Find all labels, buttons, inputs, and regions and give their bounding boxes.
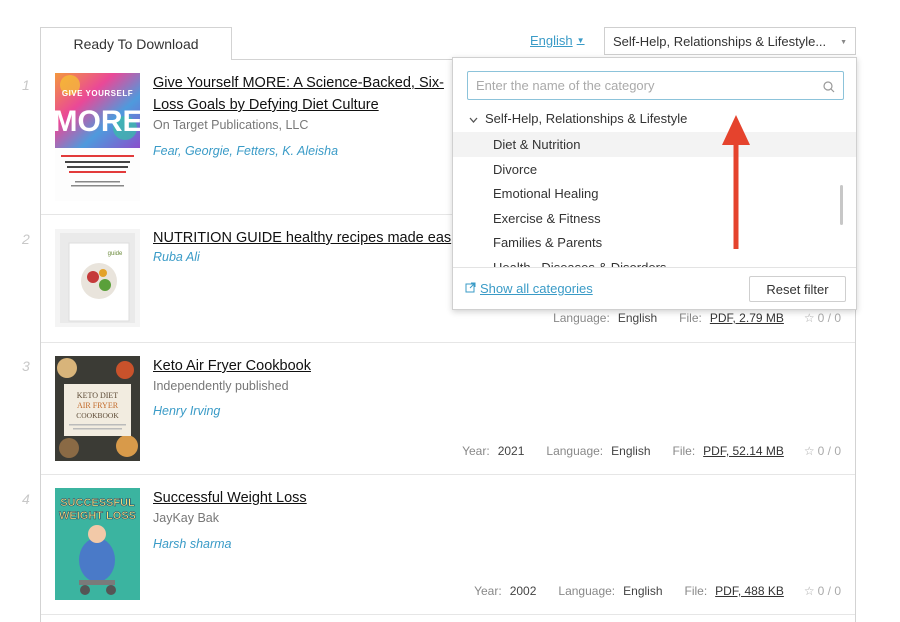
chevron-down-icon: ▼ xyxy=(576,36,585,45)
language-label: Language: xyxy=(553,311,610,325)
chevron-down-icon xyxy=(469,111,478,126)
cover-line3: COOKBOOK xyxy=(76,411,119,420)
book-publisher: JayKay Bak xyxy=(153,511,220,525)
category-item[interactable]: Exercise & Fitness xyxy=(453,206,856,231)
category-parent-label: Self-Help, Relationships & Lifestyle xyxy=(485,111,688,126)
cover-line1: SUCCESSFUL xyxy=(60,497,135,509)
book-cover[interactable]: guide xyxy=(55,229,140,327)
show-all-categories-label: Show all categories xyxy=(480,281,593,296)
cover-line2: WEIGHT LOSS xyxy=(59,510,136,522)
book-title[interactable]: Give Yourself MORE: A Science-Backed, Si… xyxy=(153,73,444,94)
year-value: 2021 xyxy=(497,444,525,458)
category-search[interactable] xyxy=(467,71,844,100)
cover-art-weight-loss: SUCCESSFUL WEIGHT LOSS xyxy=(55,488,140,600)
row-number: 2 xyxy=(22,231,30,247)
reset-filter-button[interactable]: Reset filter xyxy=(749,276,846,302)
category-select-value: Self-Help, Relationships & Lifestyle... xyxy=(613,33,827,49)
book-authors[interactable]: Harsh sharma xyxy=(153,537,232,551)
file-link[interactable]: PDF, 52.14 MB xyxy=(703,444,784,458)
language-filter-label: English xyxy=(530,33,573,48)
book-row: KETO DIET AIR FRYER COOKBOOK Keto Air Fr… xyxy=(41,343,855,475)
file-label: File: xyxy=(679,311,702,325)
rating-value: 0 / 0 xyxy=(817,444,841,458)
book-authors[interactable]: Fear, Georgie, Fetters, K. Aleisha xyxy=(153,144,338,158)
file-link[interactable]: PDF, 2.79 MB xyxy=(710,311,784,325)
book-meta: Year: 2002 Language: English File: PDF, … xyxy=(474,584,841,598)
year-label: Year: xyxy=(474,584,502,598)
category-item[interactable]: Families & Parents xyxy=(453,230,856,255)
book-title[interactable]: Successful Weight Loss xyxy=(153,488,307,509)
file-link[interactable]: PDF, 488 KB xyxy=(715,584,784,598)
row-number: 4 xyxy=(22,491,30,507)
book-title[interactable]: Keto Air Fryer Cookbook xyxy=(153,356,311,377)
star-icon: ☆ xyxy=(803,311,815,325)
show-all-categories-link[interactable]: Show all categories xyxy=(465,281,593,296)
rating-value: 0 / 0 xyxy=(817,311,841,325)
rating-value: 0 / 0 xyxy=(817,584,841,598)
book-title-line2[interactable]: Loss Goals by Defying Diet Culture xyxy=(153,95,379,116)
book-publisher: On Target Publications, LLC xyxy=(153,118,309,132)
language-label: Language: xyxy=(558,584,616,598)
external-link-icon xyxy=(465,281,476,296)
dropdown-scrollbar[interactable] xyxy=(840,185,843,225)
book-cover[interactable]: KETO DIET AIR FRYER COOKBOOK xyxy=(55,356,140,461)
tab-label: Ready To Download xyxy=(73,36,199,52)
annotation-arrow xyxy=(722,115,750,249)
rating[interactable]: ☆ 0 / 0 xyxy=(804,584,841,598)
cover-art-more: GIVE YOURSELF MORE xyxy=(53,73,143,201)
book-publisher: Independently published xyxy=(153,379,289,393)
cover-art-nutrition: guide xyxy=(55,229,140,327)
category-select[interactable]: Self-Help, Relationships & Lifestyle... … xyxy=(604,27,856,55)
cover-line2: AIR FRYER xyxy=(77,401,119,410)
language-label: Language: xyxy=(546,444,604,458)
star-icon: ☆ xyxy=(803,444,815,458)
book-title[interactable]: NUTRITION GUIDE healthy recipes made eas xyxy=(153,228,451,249)
row-number: 1 xyxy=(22,77,30,93)
category-item[interactable]: Emotional Healing xyxy=(453,181,856,206)
book-authors[interactable]: Henry Irving xyxy=(153,404,220,418)
book-meta: Year: 2021 Language: English File: PDF, … xyxy=(462,444,841,458)
category-item[interactable]: Diet & Nutrition xyxy=(453,132,856,157)
year-label: Year: xyxy=(462,444,490,458)
dropdown-footer: Show all categories Reset filter xyxy=(453,267,856,310)
language-filter[interactable]: English ▼ xyxy=(530,33,585,48)
svg-text:GIVE YOURSELF: GIVE YOURSELF xyxy=(62,89,133,98)
file-label: File: xyxy=(672,444,696,458)
year-value: 2002 xyxy=(509,584,537,598)
row-number: 3 xyxy=(22,358,30,374)
cover-line1: KETO DIET xyxy=(77,391,119,400)
language-value: English xyxy=(623,584,663,598)
search-icon xyxy=(823,80,835,98)
rating[interactable]: ☆ 0 / 0 xyxy=(804,311,841,325)
cover-art-keto: KETO DIET AIR FRYER COOKBOOK xyxy=(55,356,140,461)
category-dropdown: Self-Help, Relationships & Lifestyle Die… xyxy=(452,57,857,310)
category-list[interactable]: Self-Help, Relationships & Lifestyle Die… xyxy=(453,108,856,268)
svg-text:MORE: MORE xyxy=(55,105,140,138)
language-value: English xyxy=(617,311,658,325)
rating[interactable]: ☆ 0 / 0 xyxy=(804,444,841,458)
book-cover[interactable]: SUCCESSFUL WEIGHT LOSS xyxy=(55,488,140,600)
book-cover[interactable]: GIVE YOURSELF MORE xyxy=(53,73,143,201)
book-row: SUCCESSFUL WEIGHT LOSS Successful Weight… xyxy=(41,475,855,615)
category-item[interactable]: Divorce xyxy=(453,157,856,182)
language-value: English xyxy=(611,444,651,458)
category-search-input[interactable] xyxy=(468,72,808,99)
book-authors[interactable]: Ruba Ali xyxy=(153,250,200,264)
tab-ready-to-download[interactable]: Ready To Download xyxy=(40,27,232,60)
book-meta: Language: English File: PDF, 2.79 MB ☆ 0… xyxy=(553,311,841,325)
star-icon: ☆ xyxy=(803,584,815,598)
cover-label: guide xyxy=(108,251,123,257)
chevron-down-icon: ▼ xyxy=(840,39,847,46)
file-label: File: xyxy=(684,584,708,598)
category-parent[interactable]: Self-Help, Relationships & Lifestyle xyxy=(469,111,687,126)
